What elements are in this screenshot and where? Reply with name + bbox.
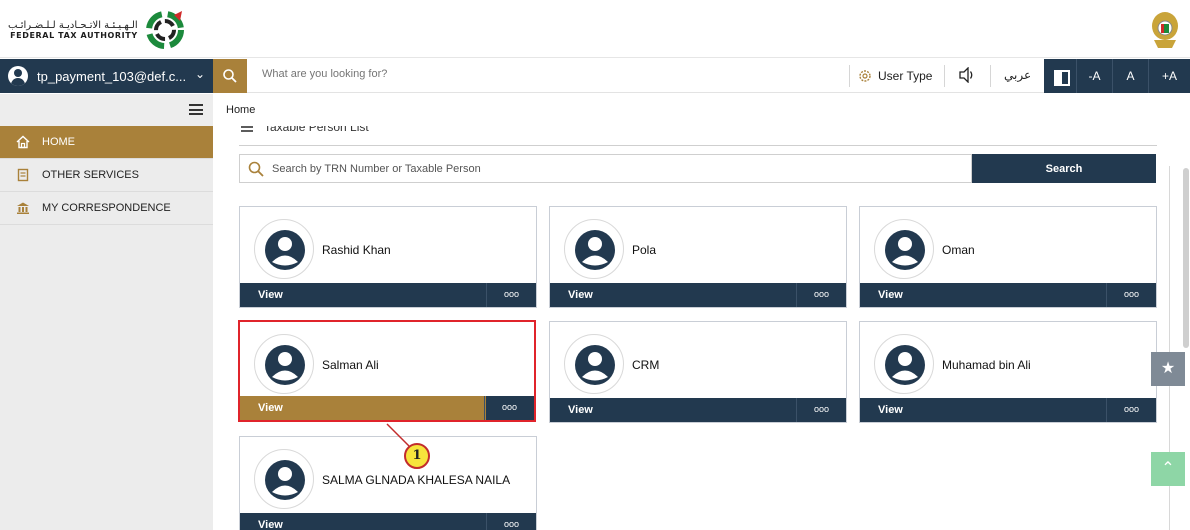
sidebar: HOME OTHER SERVICES MY CORRESPONDENCE (0, 126, 213, 530)
person-name: Salman Ali (322, 358, 379, 372)
avatar (254, 334, 314, 394)
taxable-person-card: Muhamad bin Ali View ooo (859, 321, 1157, 423)
fta-logo[interactable]: الـهـيـئـة الاتـحـاديـة لـلـضـرائـب FEDE… (8, 10, 186, 50)
search-icon (248, 161, 264, 177)
view-button[interactable]: View (240, 396, 486, 420)
more-options-icon[interactable]: ooo (796, 398, 846, 422)
avatar (874, 219, 934, 279)
global-search-input[interactable] (262, 68, 662, 80)
person-name: Oman (942, 243, 975, 257)
taxable-person-card: Pola View ooo (549, 206, 847, 308)
taxable-person-card-selected: Salman Ali View ooo (238, 320, 536, 422)
favorites-star-icon[interactable]: ★ (1151, 352, 1185, 386)
avatar (874, 334, 934, 394)
more-options-icon[interactable]: ooo (484, 396, 534, 420)
user-avatar-icon (265, 460, 305, 500)
scrollbar[interactable] (1183, 168, 1189, 348)
search-button[interactable]: Search (972, 154, 1156, 183)
taxable-person-card: SALMA GLNADA KHALESA NAILA View ooo (239, 436, 537, 530)
user-type-button[interactable]: User Type (858, 59, 932, 93)
breadcrumb[interactable]: Home (226, 104, 255, 116)
user-avatar-icon (265, 230, 305, 270)
logo-english-text: FEDERAL TAX AUTHORITY (10, 31, 138, 40)
sidebar-item-label: MY CORRESPONDENCE (42, 202, 171, 214)
speaker-icon[interactable] (958, 66, 976, 86)
step-number-badge: 1 (404, 443, 430, 469)
user-avatar-icon (885, 230, 925, 270)
user-type-label: User Type (878, 69, 933, 83)
fta-logo-icon (145, 11, 184, 49)
menu-toggle-bar (0, 94, 213, 126)
sidebar-item-my-correspondence[interactable]: MY CORRESPONDENCE (0, 192, 213, 225)
divider (849, 65, 850, 87)
avatar (564, 219, 624, 279)
user-avatar-icon (265, 345, 305, 385)
more-options-icon[interactable]: ooo (1106, 283, 1156, 307)
taxable-person-search-input[interactable]: Search by TRN Number or Taxable Person (239, 154, 972, 183)
more-options-icon[interactable]: ooo (1106, 398, 1156, 422)
building-icon (17, 202, 29, 214)
person-name: Muhamad bin Ali (942, 358, 1031, 372)
person-name: SALMA GLNADA KHALESA NAILA (322, 473, 511, 487)
user-avatar-icon (8, 66, 28, 86)
view-button[interactable]: View (240, 513, 486, 530)
user-avatar-icon (575, 345, 615, 385)
user-avatar-icon (575, 230, 615, 270)
chevron-down-icon: ⌄ (194, 67, 205, 81)
person-name: Rashid Khan (322, 243, 391, 257)
scroll-to-top-icon[interactable]: ⌃ (1151, 452, 1185, 486)
more-options-icon[interactable]: ooo (486, 283, 536, 307)
taxable-person-card: CRM View ooo (549, 321, 847, 423)
font-normal-button[interactable]: A (1112, 59, 1148, 93)
main-content: Taxable Person List Search by TRN Number… (213, 126, 1190, 530)
sidebar-item-label: HOME (42, 136, 75, 148)
font-decrease-button[interactable]: -A (1076, 59, 1112, 93)
search-icon (223, 69, 237, 83)
uae-emblem-icon (1152, 12, 1178, 48)
avatar (254, 219, 314, 279)
hamburger-menu-icon[interactable] (189, 104, 203, 115)
view-button[interactable]: View (860, 283, 1106, 307)
list-icon (241, 126, 253, 132)
taxable-person-card: Oman View ooo (859, 206, 1157, 308)
taxable-person-card: Rashid Khan View ooo (239, 206, 537, 308)
global-search-button[interactable] (213, 59, 247, 93)
person-name: CRM (632, 358, 660, 372)
arabic-language-link[interactable]: عربي (1004, 68, 1031, 82)
view-button[interactable]: View (550, 398, 796, 422)
gear-icon (859, 70, 871, 82)
font-increase-button[interactable]: +A (1148, 59, 1190, 93)
document-icon (17, 168, 29, 182)
contrast-toggle-icon[interactable] (1044, 59, 1076, 93)
account-email: tp_payment_103@def.c... (37, 68, 187, 84)
user-avatar-icon (885, 345, 925, 385)
view-button[interactable]: View (550, 283, 796, 307)
person-name: Pola (632, 243, 657, 257)
section-title-text: Taxable Person List (264, 126, 369, 134)
avatar (254, 449, 314, 509)
home-icon (16, 135, 30, 149)
view-button[interactable]: View (240, 283, 486, 307)
sidebar-item-other-services[interactable]: OTHER SERVICES (0, 159, 213, 192)
top-bar: tp_payment_103@def.c... ⌄ User Type عربي… (0, 59, 1190, 93)
sidebar-item-label: OTHER SERVICES (42, 169, 139, 181)
logo-arabic-text: الـهـيـئـة الاتـحـاديـة لـلـضـرائـب (8, 20, 138, 31)
more-options-icon[interactable]: ooo (486, 513, 536, 530)
avatar (564, 334, 624, 394)
view-button[interactable]: View (860, 398, 1106, 422)
divider (944, 65, 945, 87)
search-placeholder: Search by TRN Number or Taxable Person (272, 162, 481, 175)
more-options-icon[interactable]: ooo (796, 283, 846, 307)
account-menu[interactable]: tp_payment_103@def.c... ⌄ (0, 59, 213, 93)
header: الـهـيـئـة الاتـحـاديـة لـلـضـرائـب FEDE… (0, 0, 1190, 58)
sidebar-item-home[interactable]: HOME (0, 126, 213, 159)
divider (990, 65, 991, 87)
divider (239, 145, 1157, 146)
section-title: Taxable Person List (240, 126, 369, 134)
